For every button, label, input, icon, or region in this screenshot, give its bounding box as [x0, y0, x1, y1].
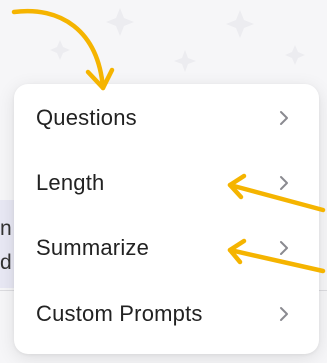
menu-item-summarize[interactable]: Summarize — [14, 217, 319, 279]
chevron-right-icon — [280, 241, 288, 255]
background-pattern — [50, 8, 305, 72]
chevron-right-icon — [280, 307, 288, 321]
menu-item-label: Questions — [36, 105, 137, 130]
chevron-right-icon — [280, 111, 288, 125]
background-text: n — [0, 217, 12, 240]
background-text: d — [0, 251, 12, 274]
prompt-menu: Questions Length Summarize Custom Prompt… — [14, 84, 319, 354]
menu-item-custom-prompts[interactable]: Custom Prompts — [14, 283, 319, 345]
chevron-right-icon — [280, 176, 288, 190]
menu-item-label: Length — [36, 170, 105, 195]
menu-item-label: Summarize — [36, 235, 150, 260]
background-panel — [0, 200, 14, 288]
menu-item-length[interactable]: Length — [14, 152, 319, 214]
menu-item-label: Custom Prompts — [36, 301, 203, 326]
menu-item-questions[interactable]: Questions — [14, 87, 319, 149]
